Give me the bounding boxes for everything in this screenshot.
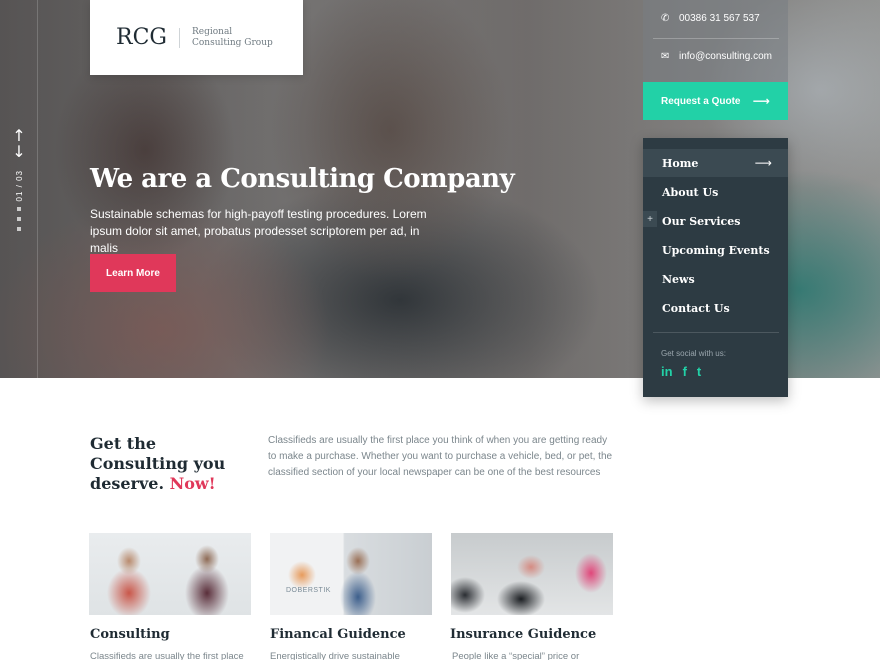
nav-item-our-services[interactable]: Our Services [643,207,788,235]
nav-item-about-us[interactable]: About Us [643,178,788,206]
hero-divider-line [37,0,38,378]
request-quote-button[interactable]: Request a Quote ⟶ [643,82,788,120]
card-text-financial: Energistically drive sustainable [270,651,400,660]
nav-item-home[interactable]: Home ⟶ [643,149,788,177]
card-text-consulting: Classifieds are usually the first place [90,651,244,660]
expand-plus-icon[interactable]: + [643,211,657,227]
contact-divider [653,38,779,39]
email-address: info@consulting.com [679,51,772,62]
card-title-insurance[interactable]: Insurance Guidence [450,627,596,642]
card-title-consulting[interactable]: Consulting [90,627,170,642]
mail-icon: ✉ [661,51,670,62]
hero-title: We are a Consulting Company [90,164,515,194]
main-navigation: Home ⟶ About Us Our Services Upcoming Ev… [643,138,788,397]
slide-counter: 01 / 03 [14,170,24,202]
insurance-card-image[interactable] [451,533,613,615]
social-links: in f t [661,364,701,379]
nav-item-label: Upcoming Events [662,243,770,257]
nav-divider [653,332,779,333]
twitter-icon[interactable]: t [697,364,701,379]
nav-item-contact-us[interactable]: Contact Us [643,294,788,322]
contact-panel: ✆ 00386 31 567 537 ✉ info@consulting.com [643,0,788,82]
nav-item-label: About Us [662,185,719,199]
arrow-right-icon: ⟶ [752,94,770,108]
consulting-card-image[interactable] [89,533,251,615]
logo-subtitle: Regional Consulting Group [191,26,273,48]
intro-text: Classifieds are usually the first place … [268,435,613,478]
phone-number: 00386 31 567 537 [679,13,760,24]
learn-more-button[interactable]: Learn More [90,254,176,292]
slide-dot[interactable] [17,207,21,212]
request-quote-label: Request a Quote [661,95,741,107]
poster-label: DOBERSTIK [286,587,331,594]
hero-text: Sustainable schemas for high-payoff test… [90,207,427,255]
card-title-financial[interactable]: Financal Guidence [270,627,406,642]
nav-item-label: Home [662,156,699,170]
nav-item-label: Our Services [662,214,741,228]
nav-item-news[interactable]: News [643,265,788,293]
phone-contact[interactable]: ✆ 00386 31 567 537 [661,13,760,24]
facebook-icon[interactable]: f [683,364,687,379]
logo-separator [178,27,180,48]
logo[interactable]: RCG Regional Consulting Group [90,0,303,75]
intro-title-accent: Now! [169,474,216,493]
financial-card-image[interactable]: DOBERSTIK [270,533,432,615]
logo-mark: RCG [116,25,167,50]
slide-dot[interactable] [17,217,21,222]
arrow-right-icon: ⟶ [754,156,772,170]
card-text-insurance: People like a “special” price or [452,651,580,660]
slide-dot[interactable] [17,227,21,232]
slide-navigation: ↑ ↓ 01 / 03 [10,128,28,232]
phone-icon: ✆ [661,13,670,24]
nav-item-upcoming-events[interactable]: Upcoming Events [643,236,788,264]
arrow-down-icon[interactable]: ↓ [12,144,25,160]
intro-title: Get the Consulting you deserve. Now! [90,434,250,494]
email-contact[interactable]: ✉ info@consulting.com [661,51,772,62]
linkedin-icon[interactable]: in [661,364,673,379]
nav-item-label: Contact Us [662,301,730,315]
nav-item-label: News [662,272,695,286]
social-label: Get social with us: [661,349,726,358]
